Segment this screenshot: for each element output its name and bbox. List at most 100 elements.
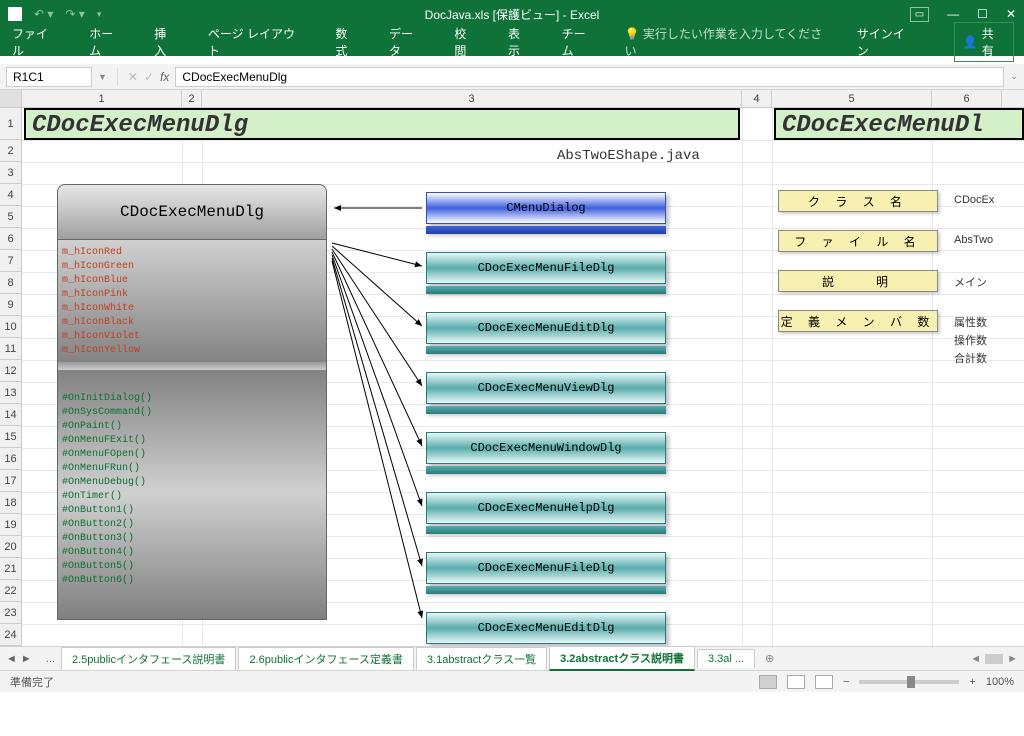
col-header[interactable]: 2 — [182, 90, 202, 107]
ribbon-tab-review[interactable]: 校閲 — [452, 21, 480, 63]
row-header[interactable]: 22 — [0, 580, 21, 602]
row-header[interactable]: 6 — [0, 228, 21, 250]
formula-input[interactable] — [175, 67, 1004, 87]
related-class: CDocExecMenuViewDlg — [426, 372, 666, 404]
row-header[interactable]: 4 — [0, 184, 21, 206]
row-headers: 123456789101112131415161718192021222324 — [0, 108, 22, 646]
cancel-icon[interactable]: ✕ — [128, 70, 138, 84]
row-header[interactable]: 9 — [0, 294, 21, 316]
col-header[interactable]: 4 — [742, 90, 772, 107]
label-filename: フ ァ イ ル 名 — [778, 230, 938, 252]
tell-me[interactable]: 💡 実行したい作業を入力してください — [625, 25, 831, 59]
tab-scroll-left-icon[interactable]: ◄ — [970, 653, 981, 665]
val-desc[interactable]: メイン — [954, 274, 987, 290]
val-op[interactable]: 操作数 — [954, 332, 987, 348]
ribbon-options-icon[interactable]: ▭ — [910, 7, 929, 22]
row-header[interactable]: 19 — [0, 514, 21, 536]
person-icon: 👤 — [963, 35, 978, 49]
class-method: #OnMenuDebug() — [62, 476, 322, 490]
zoom-slider[interactable] — [859, 680, 959, 684]
ribbon-tab-home[interactable]: ホーム — [87, 21, 126, 63]
row-header[interactable]: 2 — [0, 140, 21, 162]
row-header[interactable]: 7 — [0, 250, 21, 272]
new-sheet-icon[interactable]: ⊕ — [765, 652, 774, 665]
undo-icon[interactable]: ↶ ▾ — [34, 7, 53, 21]
tab-scroll-right-icon[interactable]: ► — [1007, 653, 1018, 665]
row-header[interactable]: 3 — [0, 162, 21, 184]
zoom-out-icon[interactable]: − — [843, 676, 849, 688]
view-layout-icon[interactable] — [787, 675, 805, 689]
grid-area[interactable]: CDocExecMenuDlg CDocExecMenuDl AbsTwoESh… — [22, 108, 1024, 646]
row-header[interactable]: 14 — [0, 404, 21, 426]
col-header[interactable]: 6 — [932, 90, 1002, 107]
share-button[interactable]: 👤共有 — [954, 22, 1014, 62]
name-box[interactable] — [6, 67, 92, 87]
val-total[interactable]: 合計数 — [954, 350, 987, 366]
tab-nav-first-icon[interactable]: ◄ — [6, 653, 17, 665]
sheet-tab[interactable]: 3.1abstractクラス一覧 — [416, 647, 547, 670]
col-header[interactable]: 5 — [772, 90, 932, 107]
row-header[interactable]: 1 — [0, 108, 21, 140]
row-header[interactable]: 21 — [0, 558, 21, 580]
signin-link[interactable]: サインイン — [857, 25, 916, 59]
sheet-tab[interactable]: 2.5publicインタフェース説明書 — [61, 647, 236, 670]
minimize-icon[interactable]: — — [947, 7, 959, 21]
ribbon-tab-formula[interactable]: 数式 — [333, 21, 361, 63]
row-header[interactable]: 12 — [0, 360, 21, 382]
tab-nav-last-icon[interactable]: ► — [21, 653, 32, 665]
row-header[interactable]: 11 — [0, 338, 21, 360]
window-title: DocJava.xls [保護ビュー] - Excel — [425, 6, 600, 23]
maximize-icon[interactable]: ☐ — [977, 7, 988, 21]
save-icon[interactable] — [8, 7, 22, 21]
select-all-cell[interactable] — [0, 90, 22, 107]
zoom-level[interactable]: 100% — [986, 676, 1014, 688]
val-filename[interactable]: AbsTwo — [954, 234, 993, 246]
col-header[interactable]: 3 — [202, 90, 742, 107]
tab-scroll-thumb[interactable] — [985, 654, 1003, 664]
class-method: #OnMenuFOpen() — [62, 448, 322, 462]
row-header[interactable]: 18 — [0, 492, 21, 514]
worksheet[interactable]: 1 2 3 4 5 6 1234567891011121314151617181… — [0, 90, 1024, 646]
sheet-tab[interactable]: 2.6publicインタフェース定義書 — [238, 647, 413, 670]
sheet-tab-active[interactable]: 3.2abstractクラス説明書 — [549, 646, 695, 671]
sheet-tab[interactable]: 3.3al ... — [697, 649, 755, 668]
ribbon-tab-file[interactable]: ファイル — [10, 21, 61, 63]
ribbon-tab-layout[interactable]: ページ レイアウト — [206, 21, 307, 63]
row-header[interactable]: 23 — [0, 602, 21, 624]
formula-expand-icon[interactable]: ⌄ — [1010, 71, 1018, 82]
row-header[interactable]: 16 — [0, 448, 21, 470]
class-member: m_hIconYellow — [62, 344, 322, 358]
row-header[interactable]: 13 — [0, 382, 21, 404]
title-cell-2[interactable]: CDocExecMenuDl — [774, 108, 1024, 140]
view-normal-icon[interactable] — [759, 675, 777, 689]
ribbon-tab-team[interactable]: チーム — [560, 21, 599, 63]
val-attr[interactable]: 属性数 — [954, 314, 987, 330]
close-icon[interactable]: ✕ — [1006, 7, 1016, 21]
ribbon-tab-data[interactable]: データ — [387, 21, 426, 63]
ribbon-tab-insert[interactable]: 挿入 — [152, 21, 180, 63]
redo-icon[interactable]: ↷ ▾ — [65, 7, 84, 21]
related-class: CDocExecMenuEditDlg — [426, 612, 666, 644]
row-header[interactable]: 10 — [0, 316, 21, 338]
qat-more-icon[interactable]: ▾ — [97, 9, 102, 20]
row-header[interactable]: 5 — [0, 206, 21, 228]
tabs-overflow[interactable]: ... — [40, 653, 61, 665]
class-method: #OnButton5() — [62, 560, 322, 574]
namebox-dropdown-icon[interactable]: ▼ — [98, 72, 107, 82]
filename-cell[interactable]: AbsTwoEShape.java — [557, 148, 700, 164]
enter-icon[interactable]: ✓ — [144, 70, 154, 84]
row-header[interactable]: 8 — [0, 272, 21, 294]
class-diagram: CDocExecMenuDlg m_hIconRedm_hIconGreenm_… — [57, 184, 327, 620]
fx-icon[interactable]: fx — [160, 70, 169, 84]
row-header[interactable]: 17 — [0, 470, 21, 492]
col-header[interactable]: 1 — [22, 90, 182, 107]
view-pagebreak-icon[interactable] — [815, 675, 833, 689]
related-class: CDocExecMenuWindowDlg — [426, 432, 666, 464]
val-classname[interactable]: CDocEx — [954, 194, 994, 206]
zoom-in-icon[interactable]: + — [969, 676, 975, 688]
title-cell-1[interactable]: CDocExecMenuDlg — [24, 108, 740, 140]
ribbon-tab-view[interactable]: 表示 — [506, 21, 534, 63]
row-header[interactable]: 20 — [0, 536, 21, 558]
row-header[interactable]: 24 — [0, 624, 21, 646]
row-header[interactable]: 15 — [0, 426, 21, 448]
